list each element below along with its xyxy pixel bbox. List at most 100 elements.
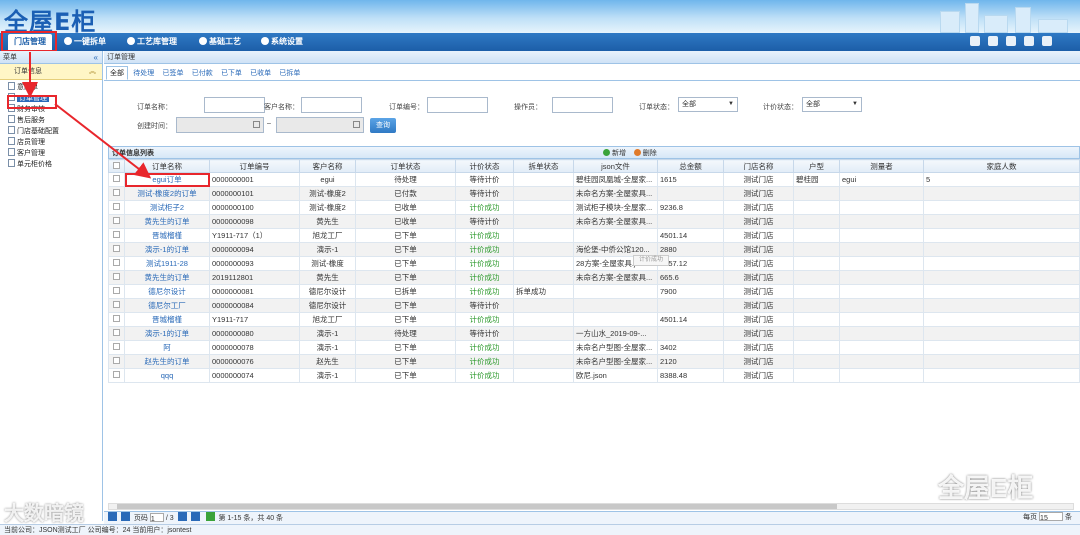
order-name-link[interactable]: 测试1911-28	[124, 256, 210, 271]
col-header[interactable]: 拆单状态	[513, 159, 574, 173]
order-name-link[interactable]: 黄先生的订单	[124, 214, 210, 229]
order-name-link[interactable]: 德尼尔工厂	[124, 298, 210, 313]
row-checkbox[interactable]	[108, 214, 125, 229]
tab-pending[interactable]: 待处理	[130, 67, 157, 81]
table-row[interactable]: 测试柜子2 0000000100 测试-橡度2 已收单 计价成功 测试柜子模块-全屋家..…	[108, 200, 1080, 215]
chevron-up-icon[interactable]: ︽	[89, 64, 96, 80]
row-checkbox[interactable]	[108, 354, 125, 369]
order-no-input[interactable]	[427, 97, 488, 113]
tab-signed[interactable]: 已签单	[159, 67, 186, 81]
table-row[interactable]: 晋城榴槿 Y1911-717（1） 旭龙工厂 已下单 计价成功 4501.14 测试门店	[108, 228, 1080, 243]
delete-button[interactable]: 删除	[634, 150, 657, 157]
collapse-icon[interactable]: «	[94, 51, 98, 64]
table-row[interactable]: 黄先生的订单 2019112801 黄先生 已下单 计价成功 未命名方案-全屋家具... 6…	[108, 270, 1080, 285]
user-icon[interactable]	[1006, 36, 1016, 46]
row-checkbox[interactable]	[108, 228, 125, 243]
table-row[interactable]: 德尼尔设计 0000000081 德尼尔设计 已拆单 计价成功 拆单成功 7900 测试门店	[108, 284, 1080, 299]
query-button[interactable]: 查询	[370, 118, 396, 133]
calendar-icon[interactable]	[988, 36, 998, 46]
price-status-select[interactable]: 全部 ▼	[802, 97, 862, 112]
row-checkbox[interactable]	[108, 186, 125, 201]
row-checkbox[interactable]	[108, 284, 125, 299]
last-page-icon[interactable]	[190, 512, 200, 521]
calendar-icon[interactable]	[353, 121, 360, 128]
sidebar-item-cabinet-price[interactable]: 单元柜价格	[0, 159, 102, 170]
nav-one-click-split[interactable]: 一键拆单	[64, 33, 106, 51]
sidebar-item-customers[interactable]: 客户管理	[0, 148, 102, 159]
home-icon[interactable]	[970, 36, 980, 46]
col-header[interactable]: 测量者	[839, 159, 924, 173]
table-row[interactable]: qqq 0000000074 演示-1 已下单 计价成功 欧尼.json 8388.48 测试…	[108, 368, 1080, 383]
order-name-link[interactable]: 赵先生的订单	[124, 354, 210, 369]
row-checkbox[interactable]	[108, 200, 125, 215]
order-name-link[interactable]: 德尼尔设计	[124, 284, 210, 299]
calendar-icon[interactable]	[253, 121, 260, 128]
row-checkbox[interactable]	[108, 298, 125, 313]
created-start-input[interactable]	[176, 117, 264, 133]
col-header[interactable]: 计价状态	[455, 159, 514, 173]
tab-split[interactable]: 已拆单	[276, 67, 303, 81]
row-checkbox[interactable]	[108, 312, 125, 327]
order-name-link[interactable]: qqq	[124, 368, 210, 383]
col-header[interactable]: 总金额	[657, 159, 724, 173]
row-checkbox[interactable]	[108, 172, 125, 187]
row-checkbox[interactable]	[108, 270, 125, 285]
table-row[interactable]: 晋城榴槿 Y1911-717 旭龙工厂 已下单 计价成功 4501.14 测试门店	[108, 312, 1080, 327]
customer-name-input[interactable]	[301, 97, 362, 113]
next-page-icon[interactable]	[177, 512, 187, 521]
col-header[interactable]: 订单状态	[355, 159, 456, 173]
row-checkbox[interactable]	[108, 256, 125, 271]
exit-icon[interactable]	[1042, 36, 1052, 46]
tab-all[interactable]: 全部	[106, 66, 128, 80]
table-row[interactable]: 演示-1的订单 0000000080 演示-1 待处理 等待计价 一方山水_2019-09…	[108, 326, 1080, 341]
table-row[interactable]: 演示-1的订单 0000000094 演示-1 已下单 计价成功 海伦堡-中侨公馆120.…	[108, 242, 1080, 257]
table-row[interactable]: 测试-橡度2的订单 0000000101 测试-橡度2 已付款 等待计价 未命名方案-全屋…	[108, 186, 1080, 201]
col-header[interactable]: 客户名称	[299, 159, 356, 173]
table-row[interactable]: 赵先生的订单 0000000076 赵先生 已下单 计价成功 未命名户型图-全屋家... 2…	[108, 354, 1080, 369]
order-name-link[interactable]: 演示-1的订单	[124, 242, 210, 257]
row-checkbox[interactable]	[108, 340, 125, 355]
row-checkbox[interactable]	[108, 242, 125, 257]
order-name-link[interactable]: 测试-橡度2的订单	[124, 186, 210, 201]
add-button[interactable]: 新增	[603, 150, 626, 157]
col-header[interactable]: 家庭人数	[923, 159, 1080, 173]
order-name-link[interactable]: 演示-1的订单	[124, 326, 210, 341]
created-end-input[interactable]	[276, 117, 364, 133]
col-header[interactable]: 户型	[793, 159, 840, 173]
row-checkbox[interactable]	[108, 326, 125, 341]
table-row[interactable]: 德尼尔工厂 0000000084 德尼尔设计 已下单 等待计价 测试门店	[108, 298, 1080, 313]
first-page-icon[interactable]	[107, 512, 117, 521]
order-name-link[interactable]: 测试柜子2	[124, 200, 210, 215]
table-row[interactable]: 阿 0000000078 演示-1 已下单 计价成功 未命名户型图-全屋家... 3402 测…	[108, 340, 1080, 355]
tab-ordered[interactable]: 已下单	[218, 67, 245, 81]
tab-paid[interactable]: 已付款	[189, 67, 216, 81]
prev-page-icon[interactable]	[120, 512, 130, 521]
nav-process-library[interactable]: 工艺库管理	[127, 33, 177, 51]
sidebar-item-store-config[interactable]: 门店基础配置	[0, 126, 102, 137]
gear-icon[interactable]	[1024, 36, 1034, 46]
table-row[interactable]: 黄先生的订单 0000000098 黄先生 已收单 等待计价 未命名方案-全屋家具... 测…	[108, 214, 1080, 229]
table-row[interactable]: 测试1911-28 0000000093 测试-橡度 已下单 计价成功 28方案-全屋家具…	[108, 256, 1080, 271]
nav-basic-process[interactable]: 基础工艺	[199, 33, 241, 51]
col-header[interactable]: json文件	[573, 159, 658, 173]
select-all-checkbox[interactable]	[108, 159, 125, 173]
col-header[interactable]: 订单编号	[209, 159, 300, 173]
order-name-link[interactable]: egui订单	[124, 172, 210, 187]
col-header[interactable]: 订单名称	[124, 159, 210, 173]
nav-system-settings[interactable]: 系统设置	[261, 33, 303, 51]
sidebar-item-after-sales[interactable]: 售后服务	[0, 115, 102, 126]
order-name-link[interactable]: 阿	[124, 340, 210, 355]
order-name-link[interactable]: 晋城榴槿	[124, 312, 210, 327]
col-header[interactable]: 门店名称	[723, 159, 794, 173]
table-row[interactable]: egui订单 0000000001 egui 待处理 等待计价 碧桂园凤凰城-全屋家...…	[108, 172, 1080, 187]
refresh-icon[interactable]	[205, 512, 215, 521]
order-name-link[interactable]: 黄先生的订单	[124, 270, 210, 285]
row-checkbox[interactable]	[108, 368, 125, 383]
sidebar-group-order-info[interactable]: 订单信息 ︽	[0, 64, 102, 80]
sidebar-item-intent[interactable]: 意向单	[0, 82, 102, 93]
per-page-select[interactable]: 15	[1039, 512, 1064, 522]
order-status-select[interactable]: 全部 ▼	[678, 97, 738, 112]
sidebar-item-staff[interactable]: 店员管理	[0, 137, 102, 148]
order-name-link[interactable]: 晋城榴槿	[124, 228, 210, 243]
tab-received[interactable]: 已收单	[247, 67, 274, 81]
